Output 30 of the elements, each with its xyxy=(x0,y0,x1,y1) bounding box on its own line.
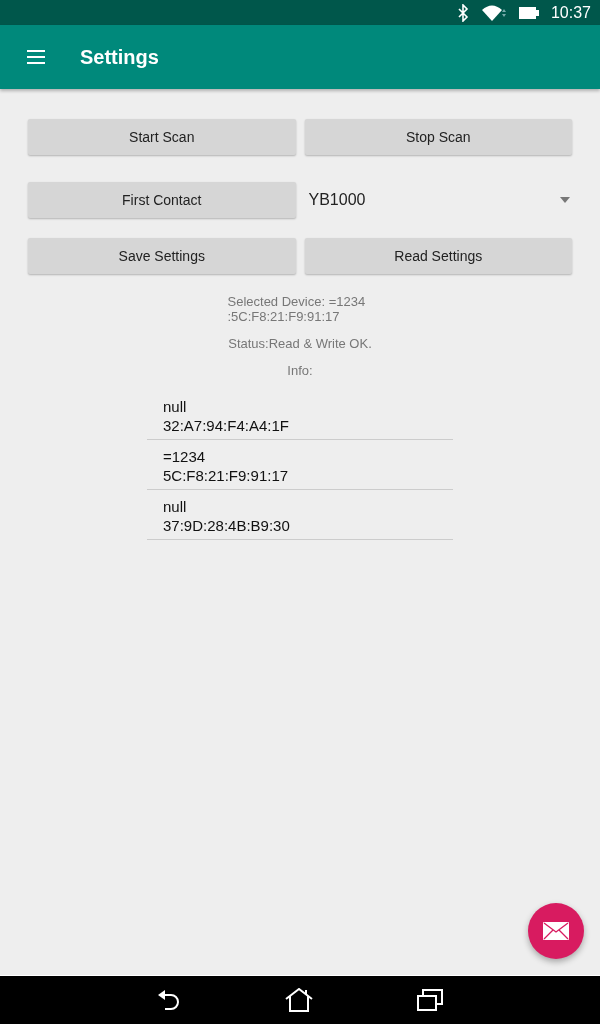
device-name: null xyxy=(163,497,187,516)
bluetooth-icon xyxy=(456,3,469,22)
back-icon[interactable] xyxy=(157,989,181,1011)
scan-button[interactable]: Stop Scan xyxy=(304,119,572,155)
battery-icon xyxy=(518,5,539,20)
info-label: Info: xyxy=(286,363,314,378)
envelope-icon xyxy=(543,922,569,940)
device-address: 5C:F8:21:F9:91:17 xyxy=(163,466,289,485)
device-list-item[interactable]: null 37:9D:28:4B:B9:30 xyxy=(147,490,453,540)
settings-button[interactable]: Save Settings xyxy=(28,238,296,274)
wifi-icon xyxy=(480,3,507,22)
app-bar-title: Settings xyxy=(80,45,159,69)
device-name: =1234 xyxy=(163,447,206,466)
dropdown-arrow-icon xyxy=(560,197,570,203)
mail-button[interactable] xyxy=(528,903,584,959)
scan-button[interactable]: Start Scan xyxy=(28,119,296,155)
home-icon[interactable] xyxy=(285,988,313,1012)
settings-button[interactable]: Read Settings xyxy=(304,238,572,274)
device-name: null xyxy=(163,397,187,416)
device-list-item[interactable]: null 32:A7:94:F4:A4:1F xyxy=(147,390,453,440)
status-time: 10:37 xyxy=(550,3,591,22)
selected-device-text: Selected Device: =1234 :5C:F8:21:F9:91:17 xyxy=(227,294,367,324)
device-list-item[interactable]: =1234 5C:F8:21:F9:91:17 xyxy=(147,440,453,490)
status-text: Status:Read & Write OK. xyxy=(227,336,373,351)
first-contact-button[interactable]: First Contact xyxy=(28,182,296,218)
recent-apps-icon[interactable] xyxy=(417,989,443,1011)
device-address: 32:A7:94:F4:A4:1F xyxy=(163,416,289,435)
device-address: 37:9D:28:4B:B9:30 xyxy=(163,516,290,535)
device-dropdown[interactable]: YB1000 xyxy=(304,182,572,218)
menu-icon[interactable] xyxy=(27,50,45,64)
